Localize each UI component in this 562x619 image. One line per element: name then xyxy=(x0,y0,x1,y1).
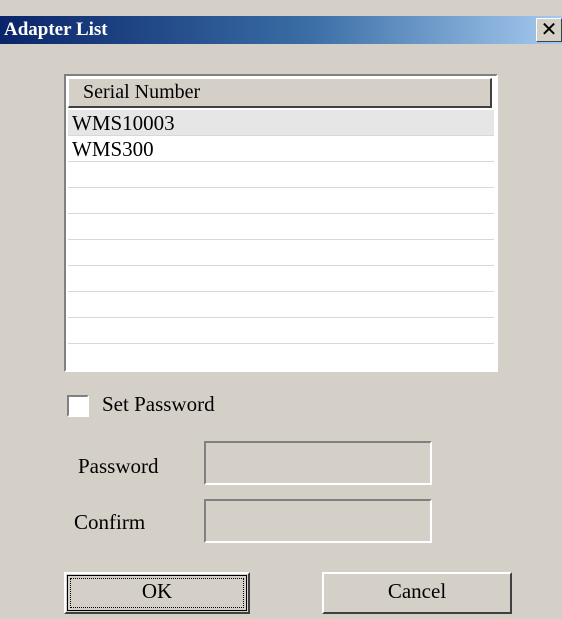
list-rows: WMS10003 WMS300 xyxy=(68,110,494,344)
focus-rect xyxy=(70,578,244,608)
list-item-empty xyxy=(68,318,494,344)
cancel-button[interactable]: Cancel xyxy=(322,572,512,614)
password-field[interactable] xyxy=(204,441,432,485)
list-item-empty xyxy=(68,266,494,292)
password-label: Password xyxy=(78,454,159,478)
confirm-field[interactable] xyxy=(204,499,432,543)
window-title: Adapter List xyxy=(4,19,108,40)
list-item[interactable]: WMS10003 xyxy=(68,110,494,136)
list-item-empty xyxy=(68,240,494,266)
list-item-empty xyxy=(68,162,494,188)
adapter-list-dialog: Adapter List ✕ Serial Number WMS10003 WM… xyxy=(0,0,562,619)
list-item[interactable]: WMS300 xyxy=(68,136,494,162)
column-header-serial-number[interactable]: Serial Number xyxy=(68,78,492,108)
confirm-label: Confirm xyxy=(74,510,146,534)
close-button[interactable]: ✕ xyxy=(536,18,562,42)
close-icon: ✕ xyxy=(540,17,558,41)
set-password-label[interactable]: Set Password xyxy=(102,392,215,417)
ok-button[interactable]: OK xyxy=(64,572,250,614)
list-item-empty xyxy=(68,188,494,214)
cancel-button-label: Cancel xyxy=(387,579,447,603)
adapter-listview[interactable]: Serial Number WMS10003 WMS300 xyxy=(64,74,498,372)
title-bar[interactable]: Adapter List ✕ xyxy=(0,16,562,44)
list-item-empty xyxy=(68,292,494,318)
set-password-checkbox[interactable] xyxy=(67,395,89,417)
list-item-empty xyxy=(68,214,494,240)
